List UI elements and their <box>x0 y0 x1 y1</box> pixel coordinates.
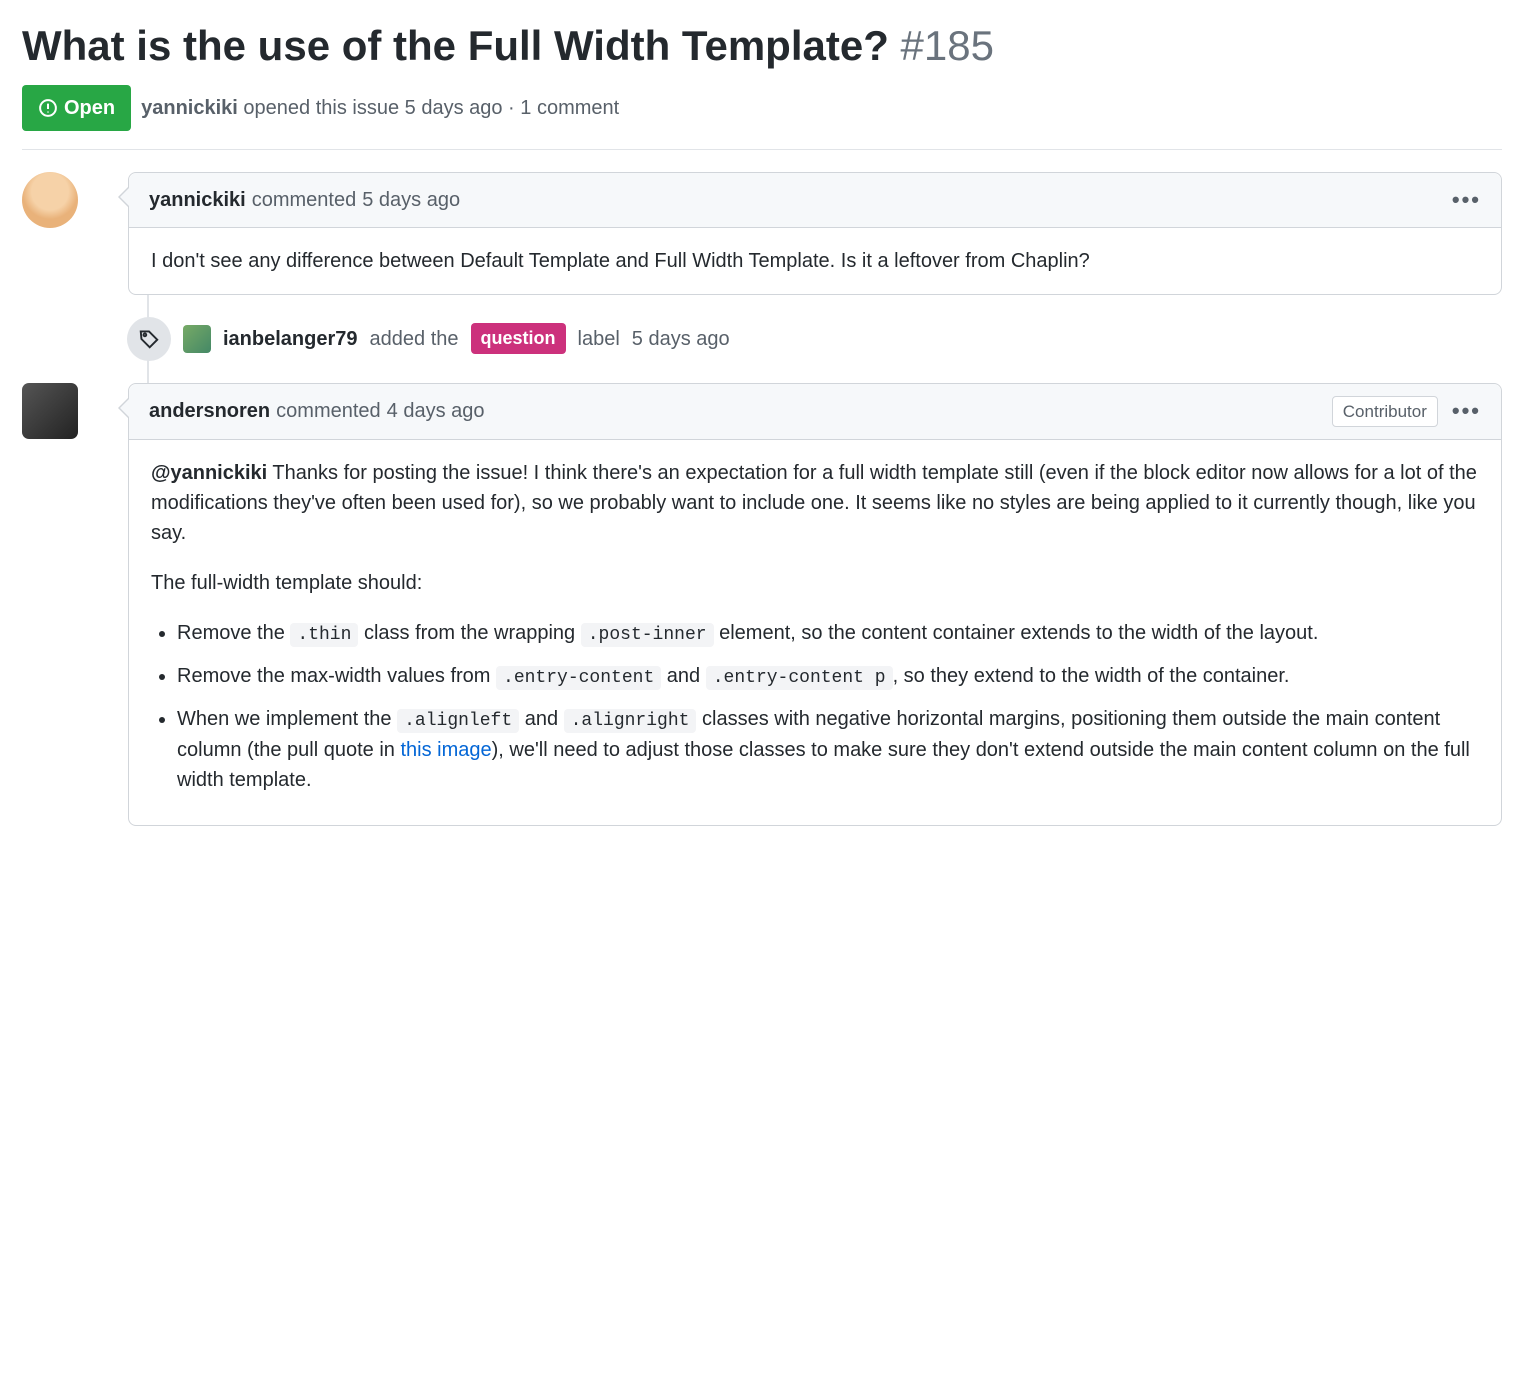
comment-author-link[interactable]: andersnoren <box>149 396 270 426</box>
user-mention[interactable]: @yannickiki <box>151 462 267 484</box>
comment-actions-menu[interactable]: ••• <box>1452 400 1481 422</box>
comment-text: I don't see any difference between Defau… <box>151 246 1479 276</box>
code-inline: .alignleft <box>397 709 519 733</box>
comment-paragraph: The full-width template should: <box>151 568 1479 598</box>
event-when: 5 days ago <box>632 324 730 354</box>
event-suffix: label <box>578 324 620 354</box>
comment-author-link[interactable]: yannickiki <box>149 185 246 215</box>
text: and <box>661 665 705 687</box>
comment-when: 5 days ago <box>362 185 460 215</box>
link-this-image[interactable]: this image <box>400 739 491 761</box>
text: and <box>519 708 563 730</box>
comment-actions-menu[interactable]: ••• <box>1452 189 1481 211</box>
code-inline: .alignright <box>564 709 697 733</box>
issue-number: #185 <box>901 22 994 69</box>
avatar[interactable] <box>183 325 211 353</box>
comment-body: I don't see any difference between Defau… <box>129 228 1501 294</box>
code-inline: .entry-content p <box>706 666 893 690</box>
label-pill-question[interactable]: question <box>471 323 566 354</box>
text: class from the wrapping <box>358 622 580 644</box>
text: element, so the content container extend… <box>714 622 1319 644</box>
role-badge-contributor: Contributor <box>1332 396 1438 428</box>
issue-open-icon <box>38 98 58 118</box>
comment-block: yannickiki commented 5 days ago ••• I do… <box>128 172 1502 295</box>
comment-list: Remove the .thin class from the wrapping… <box>151 618 1479 795</box>
text: When we implement the <box>177 708 397 730</box>
avatar[interactable] <box>22 172 78 228</box>
issue-title-text: What is the use of the Full Width Templa… <box>22 22 889 69</box>
comment-body: @yannickiki Thanks for posting the issue… <box>129 440 1501 825</box>
issue-byline: yannickiki opened this issue 5 days ago … <box>141 93 619 123</box>
comment-when: 4 days ago <box>387 396 485 426</box>
code-inline: .post-inner <box>581 623 714 647</box>
comment-header: yannickiki commented 5 days ago ••• <box>129 173 1501 228</box>
text: , so they extend to the width of the con… <box>893 665 1290 687</box>
text: Thanks for posting the issue! I think th… <box>151 462 1477 544</box>
comment-header: andersnoren commented 4 days ago Contrib… <box>129 384 1501 441</box>
list-item: Remove the max-width values from .entry-… <box>177 661 1479 692</box>
comment: yannickiki commented 5 days ago ••• I do… <box>128 172 1502 295</box>
tag-icon <box>127 317 171 361</box>
comment-paragraph: @yannickiki Thanks for posting the issue… <box>151 458 1479 548</box>
text: Remove the <box>177 622 290 644</box>
comment-block: andersnoren commented 4 days ago Contrib… <box>128 383 1502 827</box>
issue-meta-row: Open yannickiki opened this issue 5 days… <box>22 85 1502 150</box>
issue-comment-count: 1 comment <box>520 97 619 119</box>
issue-title: What is the use of the Full Width Templa… <box>22 20 1502 73</box>
comment-verb: commented <box>276 396 381 426</box>
issue-opened-when: 5 days ago <box>405 97 503 119</box>
list-item: Remove the .thin class from the wrapping… <box>177 618 1479 649</box>
issue-opener-link[interactable]: yannickiki <box>141 97 238 119</box>
event-author-link[interactable]: ianbelanger79 <box>223 324 358 354</box>
state-badge-label: Open <box>64 93 115 123</box>
comment: andersnoren commented 4 days ago Contrib… <box>128 383 1502 827</box>
avatar[interactable] <box>22 383 78 439</box>
state-badge-open: Open <box>22 85 131 131</box>
timeline-event-label: ianbelanger79 added the question label 5… <box>128 317 1502 361</box>
issue-opened-verb: opened this issue <box>243 97 399 119</box>
code-inline: .entry-content <box>496 666 661 690</box>
comment-verb: commented <box>252 185 357 215</box>
list-item: When we implement the .alignleft and .al… <box>177 704 1479 795</box>
code-inline: .thin <box>290 623 358 647</box>
event-verb: added the <box>370 324 459 354</box>
text: Remove the max-width values from <box>177 665 496 687</box>
